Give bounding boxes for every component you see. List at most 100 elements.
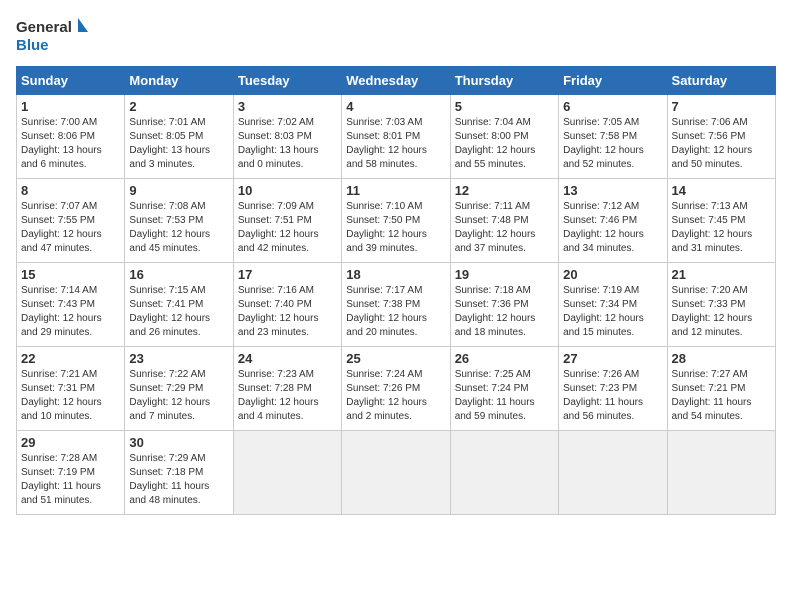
calendar-cell: [667, 431, 775, 515]
day-number: 5: [455, 99, 554, 114]
calendar-cell: 16 Sunrise: 7:15 AM Sunset: 7:41 PM Dayli…: [125, 263, 233, 347]
day-number: 25: [346, 351, 445, 366]
weekday-header: Wednesday: [342, 67, 450, 95]
calendar-cell: 11 Sunrise: 7:10 AM Sunset: 7:50 PM Dayli…: [342, 179, 450, 263]
day-number: 12: [455, 183, 554, 198]
svg-text:General: General: [16, 19, 72, 36]
weekday-header: Monday: [125, 67, 233, 95]
calendar-cell: 15 Sunrise: 7:14 AM Sunset: 7:43 PM Dayli…: [17, 263, 125, 347]
day-info: Sunrise: 7:00 AM Sunset: 8:06 PM Dayligh…: [21, 116, 120, 172]
day-info: Sunrise: 7:13 AM Sunset: 7:45 PM Dayligh…: [672, 200, 771, 256]
calendar-cell: 30 Sunrise: 7:29 AM Sunset: 7:18 PM Dayli…: [125, 431, 233, 515]
day-number: 10: [238, 183, 337, 198]
day-number: 13: [563, 183, 662, 198]
calendar-week-row: 15 Sunrise: 7:14 AM Sunset: 7:43 PM Dayli…: [17, 263, 776, 347]
day-info: Sunrise: 7:02 AM Sunset: 8:03 PM Dayligh…: [238, 116, 337, 172]
day-number: 4: [346, 99, 445, 114]
day-info: Sunrise: 7:14 AM Sunset: 7:43 PM Dayligh…: [21, 284, 120, 340]
weekday-header: Sunday: [17, 67, 125, 95]
day-number: 11: [346, 183, 445, 198]
day-number: 28: [672, 351, 771, 366]
day-info: Sunrise: 7:15 AM Sunset: 7:41 PM Dayligh…: [129, 284, 228, 340]
logo: GeneralBlue: [16, 16, 96, 54]
day-info: Sunrise: 7:25 AM Sunset: 7:24 PM Dayligh…: [455, 368, 554, 424]
calendar-cell: 14 Sunrise: 7:13 AM Sunset: 7:45 PM Dayli…: [667, 179, 775, 263]
day-number: 22: [21, 351, 120, 366]
day-info: Sunrise: 7:09 AM Sunset: 7:51 PM Dayligh…: [238, 200, 337, 256]
day-info: Sunrise: 7:07 AM Sunset: 7:55 PM Dayligh…: [21, 200, 120, 256]
calendar-cell: [233, 431, 341, 515]
day-number: 20: [563, 267, 662, 282]
day-info: Sunrise: 7:10 AM Sunset: 7:50 PM Dayligh…: [346, 200, 445, 256]
day-number: 9: [129, 183, 228, 198]
calendar-cell: 2Sunrise: 7:01 AM Sunset: 8:05 PM Daylig…: [125, 95, 233, 179]
calendar-cell: 18 Sunrise: 7:17 AM Sunset: 7:38 PM Dayli…: [342, 263, 450, 347]
day-info: Sunrise: 7:29 AM Sunset: 7:18 PM Dayligh…: [129, 452, 228, 508]
calendar-cell: [450, 431, 558, 515]
calendar-cell: 5 Sunrise: 7:04 AM Sunset: 8:00 PM Daylig…: [450, 95, 558, 179]
day-info: Sunrise: 7:24 AM Sunset: 7:26 PM Dayligh…: [346, 368, 445, 424]
calendar-cell: 20 Sunrise: 7:19 AM Sunset: 7:34 PM Dayli…: [559, 263, 667, 347]
day-info: Sunrise: 7:21 AM Sunset: 7:31 PM Dayligh…: [21, 368, 120, 424]
day-info: Sunrise: 7:18 AM Sunset: 7:36 PM Dayligh…: [455, 284, 554, 340]
svg-text:Blue: Blue: [16, 37, 49, 54]
calendar-cell: 9 Sunrise: 7:08 AM Sunset: 7:53 PM Daylig…: [125, 179, 233, 263]
day-number: 6: [563, 99, 662, 114]
calendar-week-row: 22 Sunrise: 7:21 AM Sunset: 7:31 PM Dayli…: [17, 347, 776, 431]
calendar-cell: 4 Sunrise: 7:03 AM Sunset: 8:01 PM Daylig…: [342, 95, 450, 179]
calendar-cell: 24Sunrise: 7:23 AM Sunset: 7:28 PM Dayli…: [233, 347, 341, 431]
weekday-header: Tuesday: [233, 67, 341, 95]
day-number: 16: [129, 267, 228, 282]
calendar-cell: 27Sunrise: 7:26 AM Sunset: 7:23 PM Dayli…: [559, 347, 667, 431]
day-info: Sunrise: 7:08 AM Sunset: 7:53 PM Dayligh…: [129, 200, 228, 256]
calendar-cell: 7 Sunrise: 7:06 AM Sunset: 7:56 PM Daylig…: [667, 95, 775, 179]
calendar-cell: 21 Sunrise: 7:20 AM Sunset: 7:33 PM Dayli…: [667, 263, 775, 347]
day-number: 19: [455, 267, 554, 282]
day-info: Sunrise: 7:11 AM Sunset: 7:48 PM Dayligh…: [455, 200, 554, 256]
day-number: 29: [21, 435, 120, 450]
calendar-table: SundayMondayTuesdayWednesdayThursdayFrid…: [16, 66, 776, 515]
day-number: 18: [346, 267, 445, 282]
day-info: Sunrise: 7:05 AM Sunset: 7:58 PM Dayligh…: [563, 116, 662, 172]
calendar-week-row: 1 Sunrise: 7:00 AM Sunset: 8:06 PM Daylig…: [17, 95, 776, 179]
day-info: Sunrise: 7:04 AM Sunset: 8:00 PM Dayligh…: [455, 116, 554, 172]
day-number: 14: [672, 183, 771, 198]
calendar-cell: 25 Sunrise: 7:24 AM Sunset: 7:26 PM Dayli…: [342, 347, 450, 431]
calendar-cell: 10 Sunrise: 7:09 AM Sunset: 7:51 PM Dayli…: [233, 179, 341, 263]
day-number: 2: [129, 99, 228, 114]
calendar-week-row: 8Sunrise: 7:07 AM Sunset: 7:55 PM Daylig…: [17, 179, 776, 263]
day-number: 7: [672, 99, 771, 114]
day-info: Sunrise: 7:06 AM Sunset: 7:56 PM Dayligh…: [672, 116, 771, 172]
day-number: 1: [21, 99, 120, 114]
day-info: Sunrise: 7:16 AM Sunset: 7:40 PM Dayligh…: [238, 284, 337, 340]
day-info: Sunrise: 7:19 AM Sunset: 7:34 PM Dayligh…: [563, 284, 662, 340]
day-number: 17: [238, 267, 337, 282]
calendar-cell: 8Sunrise: 7:07 AM Sunset: 7:55 PM Daylig…: [17, 179, 125, 263]
calendar-cell: 13 Sunrise: 7:12 AM Sunset: 7:46 PM Dayli…: [559, 179, 667, 263]
day-number: 15: [21, 267, 120, 282]
day-info: Sunrise: 7:03 AM Sunset: 8:01 PM Dayligh…: [346, 116, 445, 172]
day-info: Sunrise: 7:12 AM Sunset: 7:46 PM Dayligh…: [563, 200, 662, 256]
calendar-cell: 26Sunrise: 7:25 AM Sunset: 7:24 PM Dayli…: [450, 347, 558, 431]
calendar-cell: 12 Sunrise: 7:11 AM Sunset: 7:48 PM Dayli…: [450, 179, 558, 263]
day-number: 30: [129, 435, 228, 450]
day-info: Sunrise: 7:27 AM Sunset: 7:21 PM Dayligh…: [672, 368, 771, 424]
weekday-header: Thursday: [450, 67, 558, 95]
weekday-header: Saturday: [667, 67, 775, 95]
day-info: Sunrise: 7:17 AM Sunset: 7:38 PM Dayligh…: [346, 284, 445, 340]
calendar-cell: 1 Sunrise: 7:00 AM Sunset: 8:06 PM Daylig…: [17, 95, 125, 179]
calendar-cell: 6 Sunrise: 7:05 AM Sunset: 7:58 PM Daylig…: [559, 95, 667, 179]
day-number: 3: [238, 99, 337, 114]
calendar-week-row: 29 Sunrise: 7:28 AM Sunset: 7:19 PM Dayli…: [17, 431, 776, 515]
calendar-cell: 28 Sunrise: 7:27 AM Sunset: 7:21 PM Dayli…: [667, 347, 775, 431]
day-info: Sunrise: 7:23 AM Sunset: 7:28 PM Dayligh…: [238, 368, 337, 424]
day-info: Sunrise: 7:20 AM Sunset: 7:33 PM Dayligh…: [672, 284, 771, 340]
calendar-cell: 22 Sunrise: 7:21 AM Sunset: 7:31 PM Dayli…: [17, 347, 125, 431]
day-number: 27: [563, 351, 662, 366]
day-number: 21: [672, 267, 771, 282]
weekday-header: Friday: [559, 67, 667, 95]
calendar-cell: [559, 431, 667, 515]
calendar-cell: 3 Sunrise: 7:02 AM Sunset: 8:03 PM Daylig…: [233, 95, 341, 179]
calendar-cell: 23Sunrise: 7:22 AM Sunset: 7:29 PM Dayli…: [125, 347, 233, 431]
day-info: Sunrise: 7:28 AM Sunset: 7:19 PM Dayligh…: [21, 452, 120, 508]
